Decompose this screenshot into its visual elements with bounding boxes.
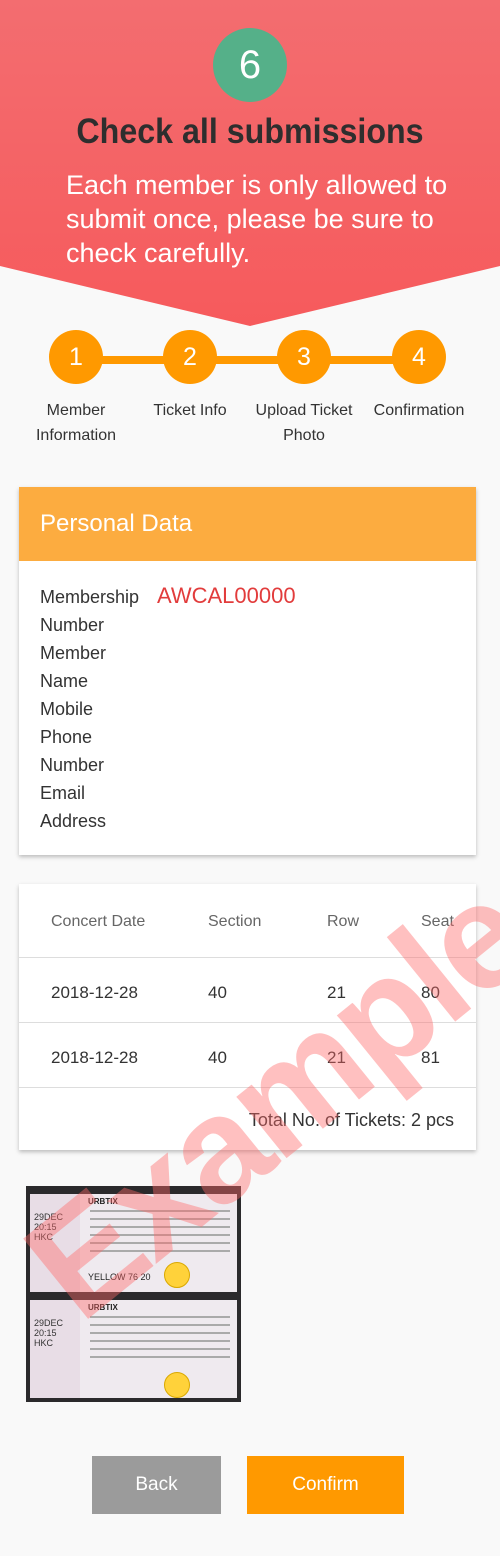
column-header-section: Section: [208, 913, 262, 930]
cell-section: 40: [208, 1048, 227, 1067]
banner: 6 Check all submissions Each member is o…: [0, 0, 500, 330]
emoji-sticker-icon: [164, 1262, 190, 1288]
column-header-row: Row: [327, 913, 360, 930]
cell-seat: 80: [421, 983, 440, 1002]
ticket-text-lines: [90, 1210, 230, 1258]
cell-row: 21: [327, 983, 346, 1002]
ticket-time: 20:15: [34, 1328, 57, 1338]
ticket-brand: URBTIX: [88, 1303, 118, 1312]
ticket-image-1: URBTIX 29DEC 20:15 HKC YELLOW 76 20: [30, 1194, 237, 1292]
step-label: Member Information: [35, 402, 117, 444]
ticket-section-seat: YELLOW 76 20: [88, 1272, 151, 1282]
ticket-venue: HKC: [34, 1232, 54, 1242]
confirm-button[interactable]: Confirm: [247, 1456, 404, 1514]
ticket-time: 20:15: [34, 1222, 57, 1232]
ticket-text-lines: [90, 1316, 230, 1364]
label-name: Name: [40, 671, 89, 691]
ticket-total: Total No. of Tickets: 2 pcs: [248, 1110, 454, 1130]
label-email: Email: [40, 783, 86, 803]
ticket-image-2: URBTIX 29DEC 20:15 HKC: [30, 1300, 237, 1398]
ticket-table: Concert Date Section Row Seat 2018-12-28…: [19, 884, 476, 1150]
label-membership: Membership: [40, 587, 140, 607]
label-address: Address: [40, 811, 107, 831]
label-member: Member: [40, 643, 107, 663]
step-number-badge: 6: [213, 28, 287, 102]
step-number: 4: [392, 330, 446, 384]
step-member-information: 1 Member Information: [21, 330, 131, 448]
step-upload-ticket-photo: 3 Upload Ticket Photo: [244, 330, 364, 448]
label-phone: Phone: [40, 727, 93, 747]
ticket-datetime: 29DEC 20:15 HKC: [34, 1318, 63, 1348]
column-header-concert-date: Concert Date: [51, 913, 146, 930]
emoji-sticker-icon: [164, 1372, 190, 1398]
ticket-venue: HKC: [34, 1338, 54, 1348]
personal-data-card: Personal Data Membership Number Member N…: [19, 487, 476, 855]
back-button[interactable]: Back: [92, 1456, 221, 1514]
step-label: Confirmation: [373, 402, 465, 419]
table-header-row: Concert Date Section Row Seat: [19, 884, 476, 958]
step-number: 1: [49, 330, 103, 384]
ticket-stub: [30, 1194, 80, 1292]
step-ticket-info: 2 Ticket Info: [135, 330, 245, 423]
step-number: 2: [163, 330, 217, 384]
step-label: Upload Ticket Photo: [255, 402, 353, 444]
cell-row: 21: [327, 1048, 346, 1067]
ticket-datetime: 29DEC 20:15 HKC: [34, 1212, 63, 1242]
cell-concert-date: 2018-12-28: [51, 1048, 138, 1067]
step-number: 3: [277, 330, 331, 384]
cell-section: 40: [208, 983, 227, 1002]
table-row: 2018-12-28 40 21 80: [19, 958, 476, 1023]
ticket-stub: [30, 1300, 80, 1398]
label-number: Number: [40, 615, 105, 635]
cell-concert-date: 2018-12-28: [51, 983, 138, 1002]
ticket-brand: URBTIX: [88, 1197, 118, 1206]
ticket-seat: 20: [140, 1272, 151, 1282]
ticket-date: 29DEC: [34, 1212, 64, 1222]
membership-number-value: AWCAL00000: [157, 583, 296, 608]
ticket-photo[interactable]: URBTIX 29DEC 20:15 HKC YELLOW 76 20 URBT…: [26, 1186, 241, 1402]
page-title: Check all submissions: [76, 112, 424, 151]
step-confirmation: 4 Confirmation: [364, 330, 474, 423]
table-row: 2018-12-28 40 21 81: [19, 1023, 476, 1088]
label-number: Number: [40, 755, 105, 775]
column-header-seat: Seat: [421, 913, 454, 930]
personal-data-header: Personal Data: [19, 487, 476, 561]
step-label: Ticket Info: [153, 402, 227, 419]
ticket-date: 29DEC: [34, 1318, 64, 1328]
cell-seat: 81: [421, 1048, 440, 1067]
progress-stepper: 1 Member Information 2 Ticket Info 3 Upl…: [0, 330, 500, 460]
label-mobile: Mobile: [40, 699, 94, 719]
page-description: Each member is only allowed to submit on…: [66, 170, 448, 268]
ticket-section: YELLOW 76: [88, 1272, 139, 1282]
